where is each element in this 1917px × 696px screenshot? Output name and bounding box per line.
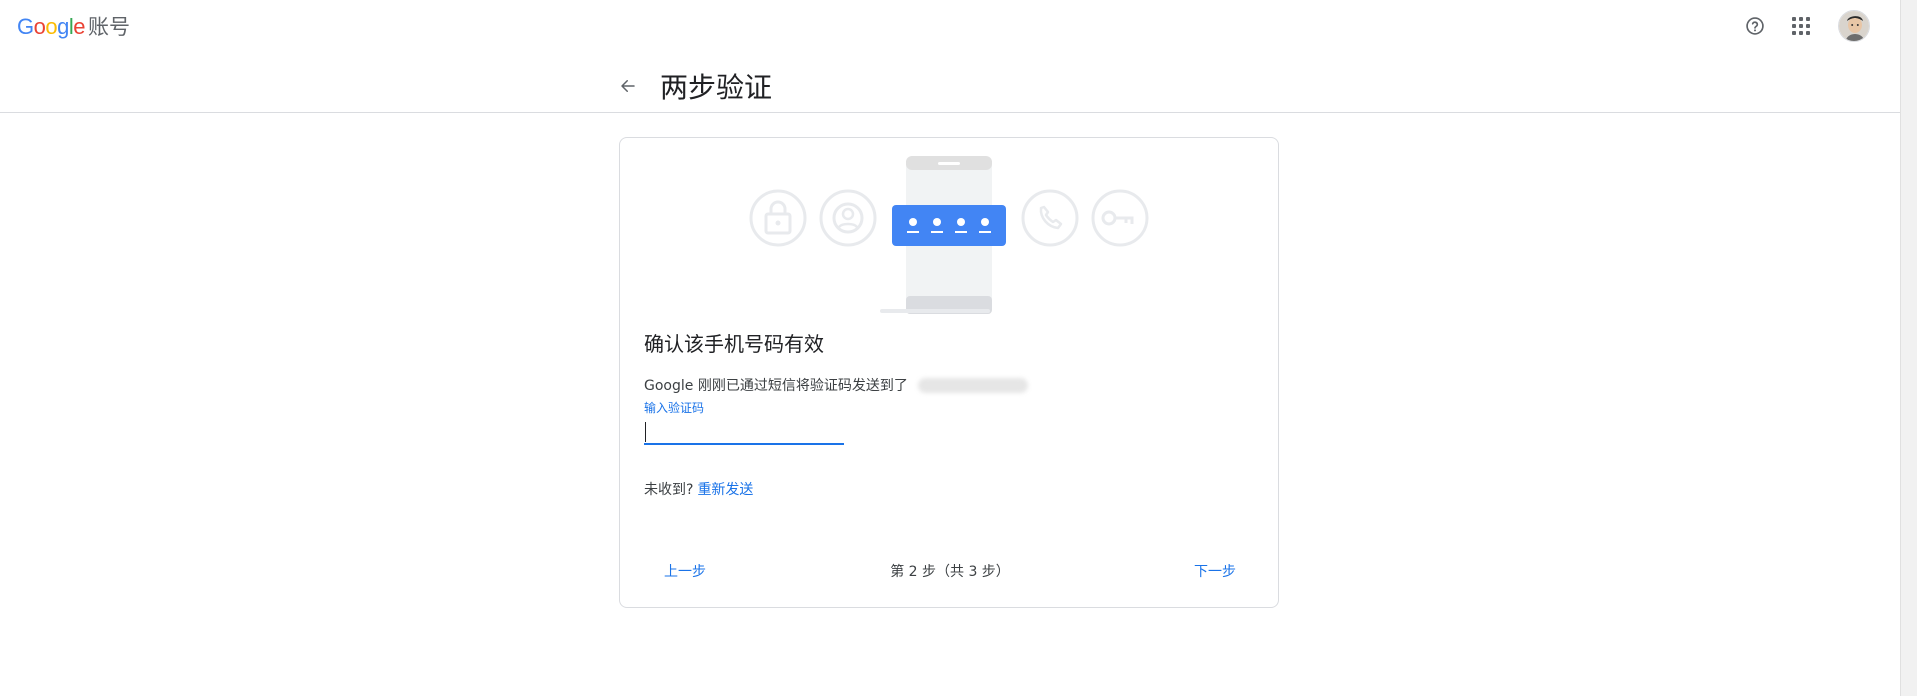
arrow-left-icon[interactable] [616, 74, 640, 98]
verification-code-input[interactable] [644, 417, 844, 445]
card-title: 确认该手机号码有效 [644, 332, 824, 356]
text-caret [645, 422, 646, 442]
resend-row: 未收到? 重新发送 [644, 479, 753, 499]
logo-letter: o [33, 14, 46, 39]
resend-link[interactable]: 重新发送 [697, 482, 753, 498]
sms-description: Google 刚刚已通过短信将验证码发送到了 [644, 375, 1028, 395]
code-bubble [892, 205, 1006, 246]
top-icons [1744, 10, 1870, 42]
account-icon [819, 189, 877, 247]
logo-letter: G [17, 14, 34, 39]
logo-letter: o [45, 14, 58, 39]
page-scrollbar[interactable] [1900, 0, 1917, 696]
illustration [620, 138, 1280, 318]
redacted-phone-number [917, 377, 1028, 393]
card-footer: 上一步 第 2 步（共 3 步） 下一步 [620, 553, 1280, 589]
next-step-button[interactable]: 下一步 [1178, 553, 1252, 589]
google-wordmark: Google [17, 14, 86, 40]
header-divider [0, 112, 1900, 113]
avatar[interactable] [1838, 10, 1870, 42]
account-label: 账号 [88, 15, 131, 39]
code-input-label: 输入验证码 [644, 401, 705, 415]
resend-prompt: 未收到? [644, 482, 694, 498]
key-icon [1091, 189, 1149, 247]
page-title: 两步验证 [660, 71, 773, 104]
description-text: Google 刚刚已通过短信将验证码发送到了 [644, 378, 908, 394]
lock-icon [749, 189, 807, 247]
page-header: 两步验证 [616, 66, 772, 106]
apps-grid-icon[interactable] [1790, 15, 1812, 37]
logo-letter: e [73, 14, 86, 39]
phone-icon [1021, 189, 1079, 247]
verification-card: 确认该手机号码有效 Google 刚刚已通过短信将验证码发送到了 输入验证码 未… [619, 137, 1279, 608]
top-bar: Google 账号 [0, 0, 1900, 50]
help-icon[interactable] [1744, 15, 1766, 37]
logo-letter: g [57, 14, 69, 39]
google-account-logo[interactable]: Google 账号 [17, 11, 130, 41]
